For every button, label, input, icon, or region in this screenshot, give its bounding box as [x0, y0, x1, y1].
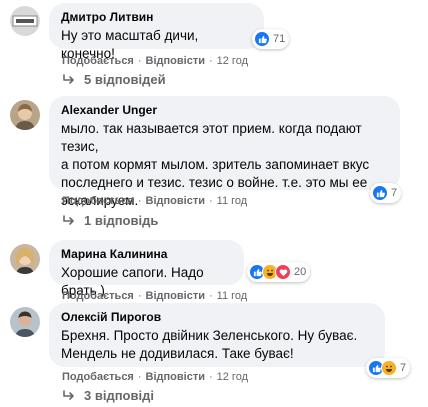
reply-arrow-icon — [63, 73, 74, 84]
view-replies-button[interactable]: 5 відповідей — [62, 72, 166, 87]
haha-icon — [381, 360, 397, 376]
like-button[interactable]: Подобається — [62, 371, 134, 383]
dot-separator: · — [208, 290, 213, 302]
timestamp[interactable]: 11 год — [217, 290, 248, 302]
view-replies-button[interactable]: 1 відповідь — [62, 213, 158, 228]
dot-separator: · — [137, 55, 142, 67]
reaction-count: 7 — [391, 187, 398, 199]
dot-separator: · — [137, 290, 142, 302]
timestamp[interactable]: 12 год — [217, 371, 248, 383]
like-button[interactable]: Подобається — [62, 195, 134, 207]
reaction-summary[interactable]: 7 — [366, 358, 411, 378]
reply-button[interactable]: Відповісти — [146, 371, 205, 383]
comment-bubble: Марина Калинина Хорошие сапоги. Надо бра… — [49, 240, 244, 298]
reaction-count: 20 — [294, 266, 307, 278]
dot-separator: · — [137, 371, 142, 383]
dot-separator: · — [208, 371, 213, 383]
reply-arrow-icon — [63, 389, 74, 400]
comment-text: Брехня. Просто двійник Зеленського. Ну б… — [61, 328, 358, 361]
reaction-summary[interactable]: 71 — [252, 29, 290, 49]
comment-actions: Подобається · Відповісти · 12 год — [62, 55, 248, 67]
comment-actions: Подобається · Відповісти · 12 год — [62, 371, 248, 383]
comment-bubble: Дмитро Литвин Ну это масштаб дичи, конеч… — [49, 3, 264, 61]
reaction-summary[interactable]: 7 — [370, 183, 402, 203]
reply-button[interactable]: Відповісти — [146, 290, 205, 302]
comment-bubble: Олексій Пирогов Брехня. Просто двійник З… — [49, 303, 385, 367]
comment-author[interactable]: Дмитро Литвин — [61, 10, 252, 25]
comment-author[interactable]: Alexander Unger — [61, 103, 388, 118]
comment-actions: Подобається · Відповісти · 11 год — [62, 290, 247, 302]
reply-button[interactable]: Відповісти — [146, 195, 205, 207]
dot-separator: · — [137, 195, 142, 207]
avatar[interactable] — [10, 6, 40, 36]
reaction-count: 71 — [273, 33, 286, 45]
love-icon — [275, 264, 291, 280]
comment-author[interactable]: Марина Калинина — [61, 247, 232, 262]
dot-separator: · — [208, 55, 213, 67]
comment-author[interactable]: Олексій Пирогов — [61, 310, 373, 325]
like-icon — [372, 185, 388, 201]
reply-arrow-icon — [63, 214, 74, 225]
view-replies-button[interactable]: 3 відповіді — [62, 388, 154, 403]
timestamp[interactable]: 12 год — [217, 55, 248, 67]
timestamp[interactable]: 11 год — [217, 195, 248, 207]
dot-separator: · — [208, 195, 213, 207]
like-icon — [254, 31, 270, 47]
like-button[interactable]: Подобається — [62, 55, 134, 67]
like-button[interactable]: Подобається — [62, 290, 134, 302]
avatar[interactable] — [10, 100, 40, 130]
comment-actions: Подобається · Відповісти · 11 год — [62, 195, 247, 207]
reaction-summary[interactable]: 20 — [247, 262, 311, 282]
replies-label: 1 відповідь — [84, 213, 159, 228]
replies-label: 3 відповіді — [84, 388, 154, 403]
reaction-count: 7 — [400, 362, 407, 374]
replies-label: 5 відповідей — [84, 72, 166, 87]
comment-bubble: Alexander Unger мыло. так называется это… — [49, 96, 400, 208]
avatar[interactable] — [10, 244, 40, 274]
avatar[interactable] — [10, 307, 40, 337]
reply-button[interactable]: Відповісти — [146, 55, 205, 67]
